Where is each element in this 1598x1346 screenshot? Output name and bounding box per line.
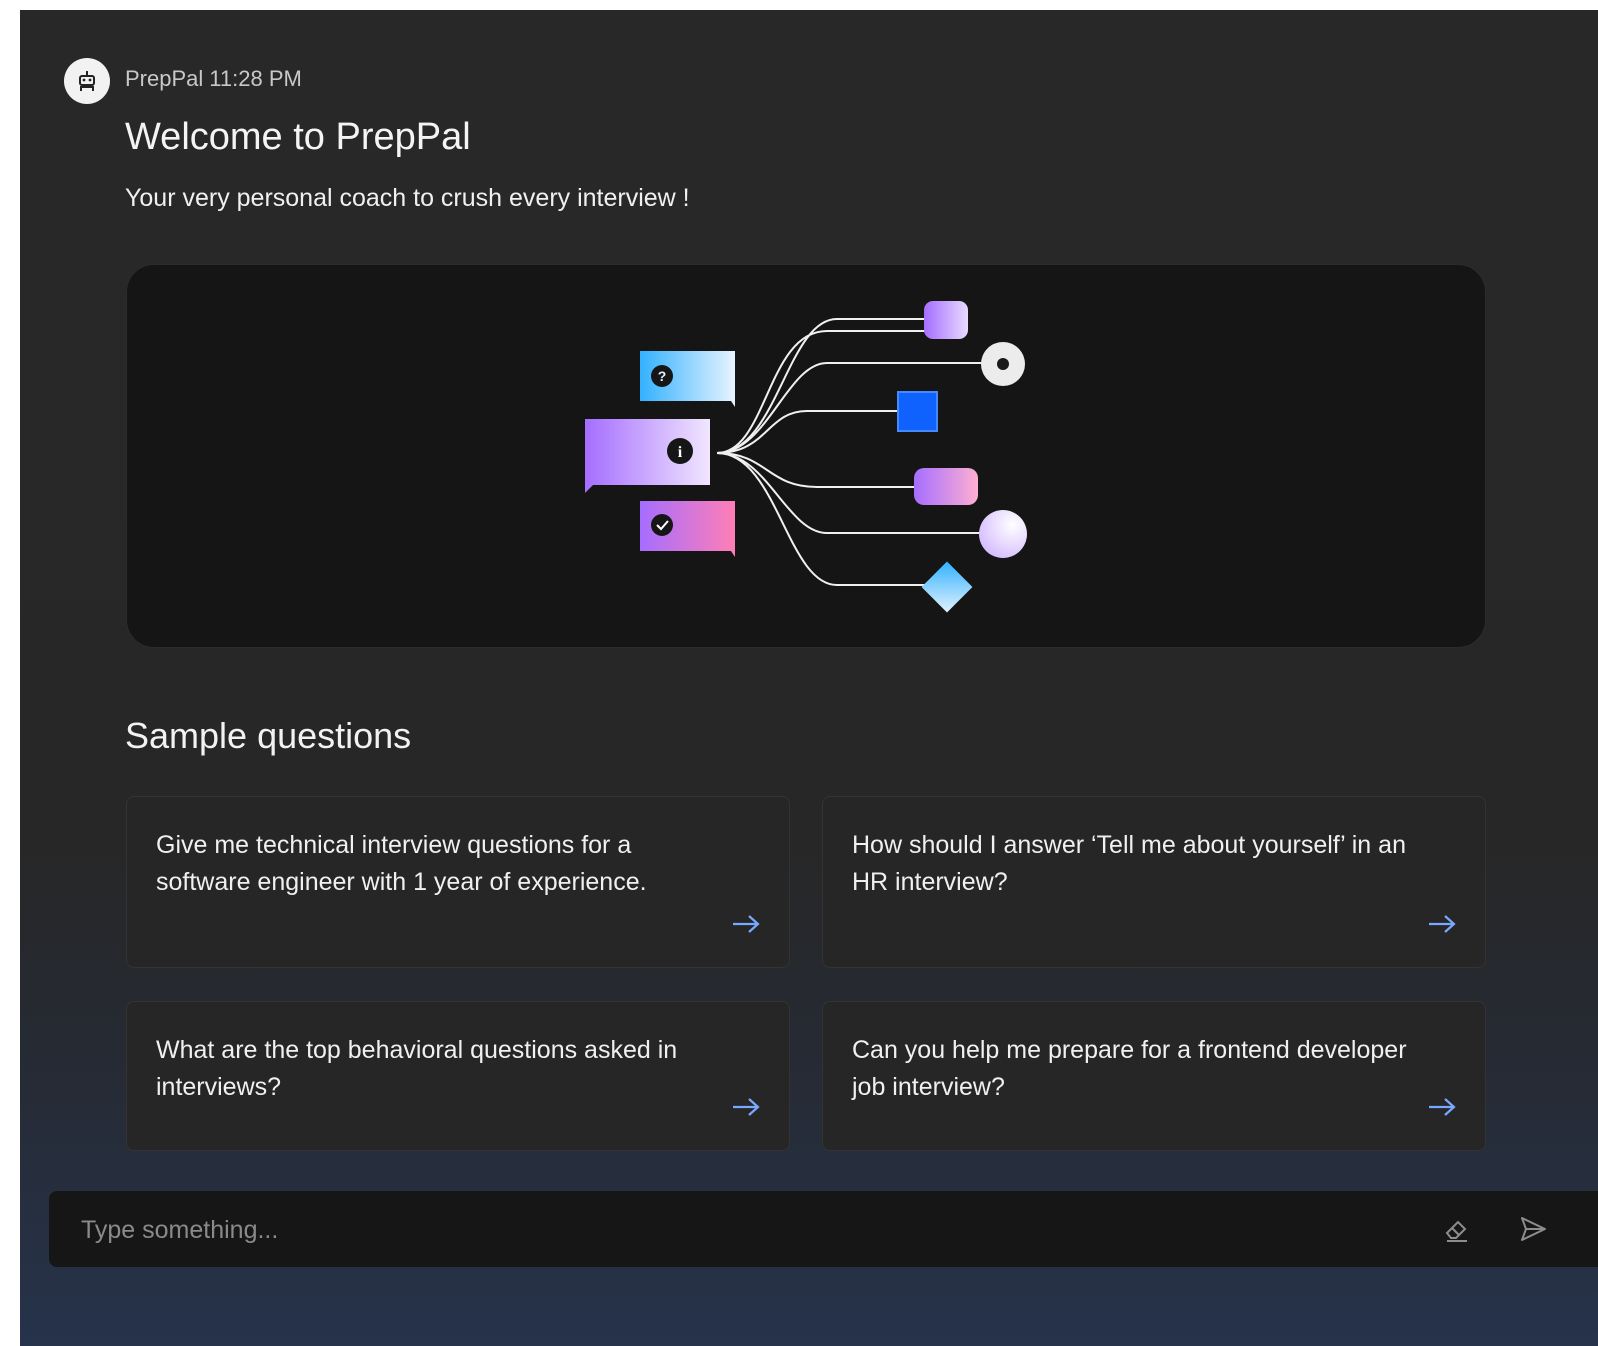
- message-time: 11:28 PM: [209, 66, 302, 91]
- sample-question-text: Give me technical interview questions fo…: [156, 831, 647, 896]
- sample-question-text: Can you help me prepare for a frontend d…: [852, 1036, 1407, 1101]
- bubble-info: i: [585, 419, 710, 493]
- node-rounded-pink: [914, 468, 978, 505]
- bubble-question: ?: [640, 351, 735, 407]
- sample-questions-heading: Sample questions: [125, 715, 412, 756]
- eraser-icon[interactable]: [1441, 1213, 1473, 1245]
- hero-illustration: ? i: [126, 264, 1486, 648]
- sample-question-card[interactable]: How should I answer ‘Tell me about yours…: [822, 796, 1486, 968]
- chat-window: PrepPal 11:28 PM Welcome to PrepPal Your …: [20, 10, 1598, 1346]
- flow-illustration: ? i: [585, 301, 1027, 613]
- bubble-check: [640, 501, 735, 557]
- node-diamond: [921, 561, 973, 613]
- arrow-right-icon: [733, 1098, 760, 1116]
- node-square-blue: [897, 391, 938, 432]
- message-composer: [49, 1191, 1598, 1267]
- node-circle: [979, 510, 1027, 558]
- node-rounded-purple: [924, 301, 968, 339]
- robot-icon: [64, 58, 110, 104]
- svg-text:i: i: [678, 444, 683, 461]
- message-meta: PrepPal 11:28 PM: [125, 66, 302, 92]
- sender-name: PrepPal: [125, 66, 204, 91]
- sample-question-text: How should I answer ‘Tell me about yours…: [852, 831, 1406, 896]
- message-input[interactable]: [79, 1209, 1383, 1251]
- arrow-right-icon: [1429, 915, 1456, 933]
- connector-lines: [716, 318, 987, 586]
- arrow-right-icon: [733, 915, 760, 933]
- welcome-subtitle: Your very personal coach to crush every …: [125, 184, 690, 212]
- sample-question-card[interactable]: What are the top behavioral questions as…: [126, 1001, 790, 1151]
- send-icon[interactable]: [1517, 1213, 1549, 1245]
- welcome-title: Welcome to PrepPal: [125, 116, 471, 158]
- sample-question-card[interactable]: Can you help me prepare for a frontend d…: [822, 1001, 1486, 1151]
- sample-question-card[interactable]: Give me technical interview questions fo…: [126, 796, 790, 968]
- sample-question-text: What are the top behavioral questions as…: [156, 1036, 678, 1101]
- arrow-right-icon: [1429, 1098, 1456, 1116]
- svg-text:?: ?: [658, 368, 667, 384]
